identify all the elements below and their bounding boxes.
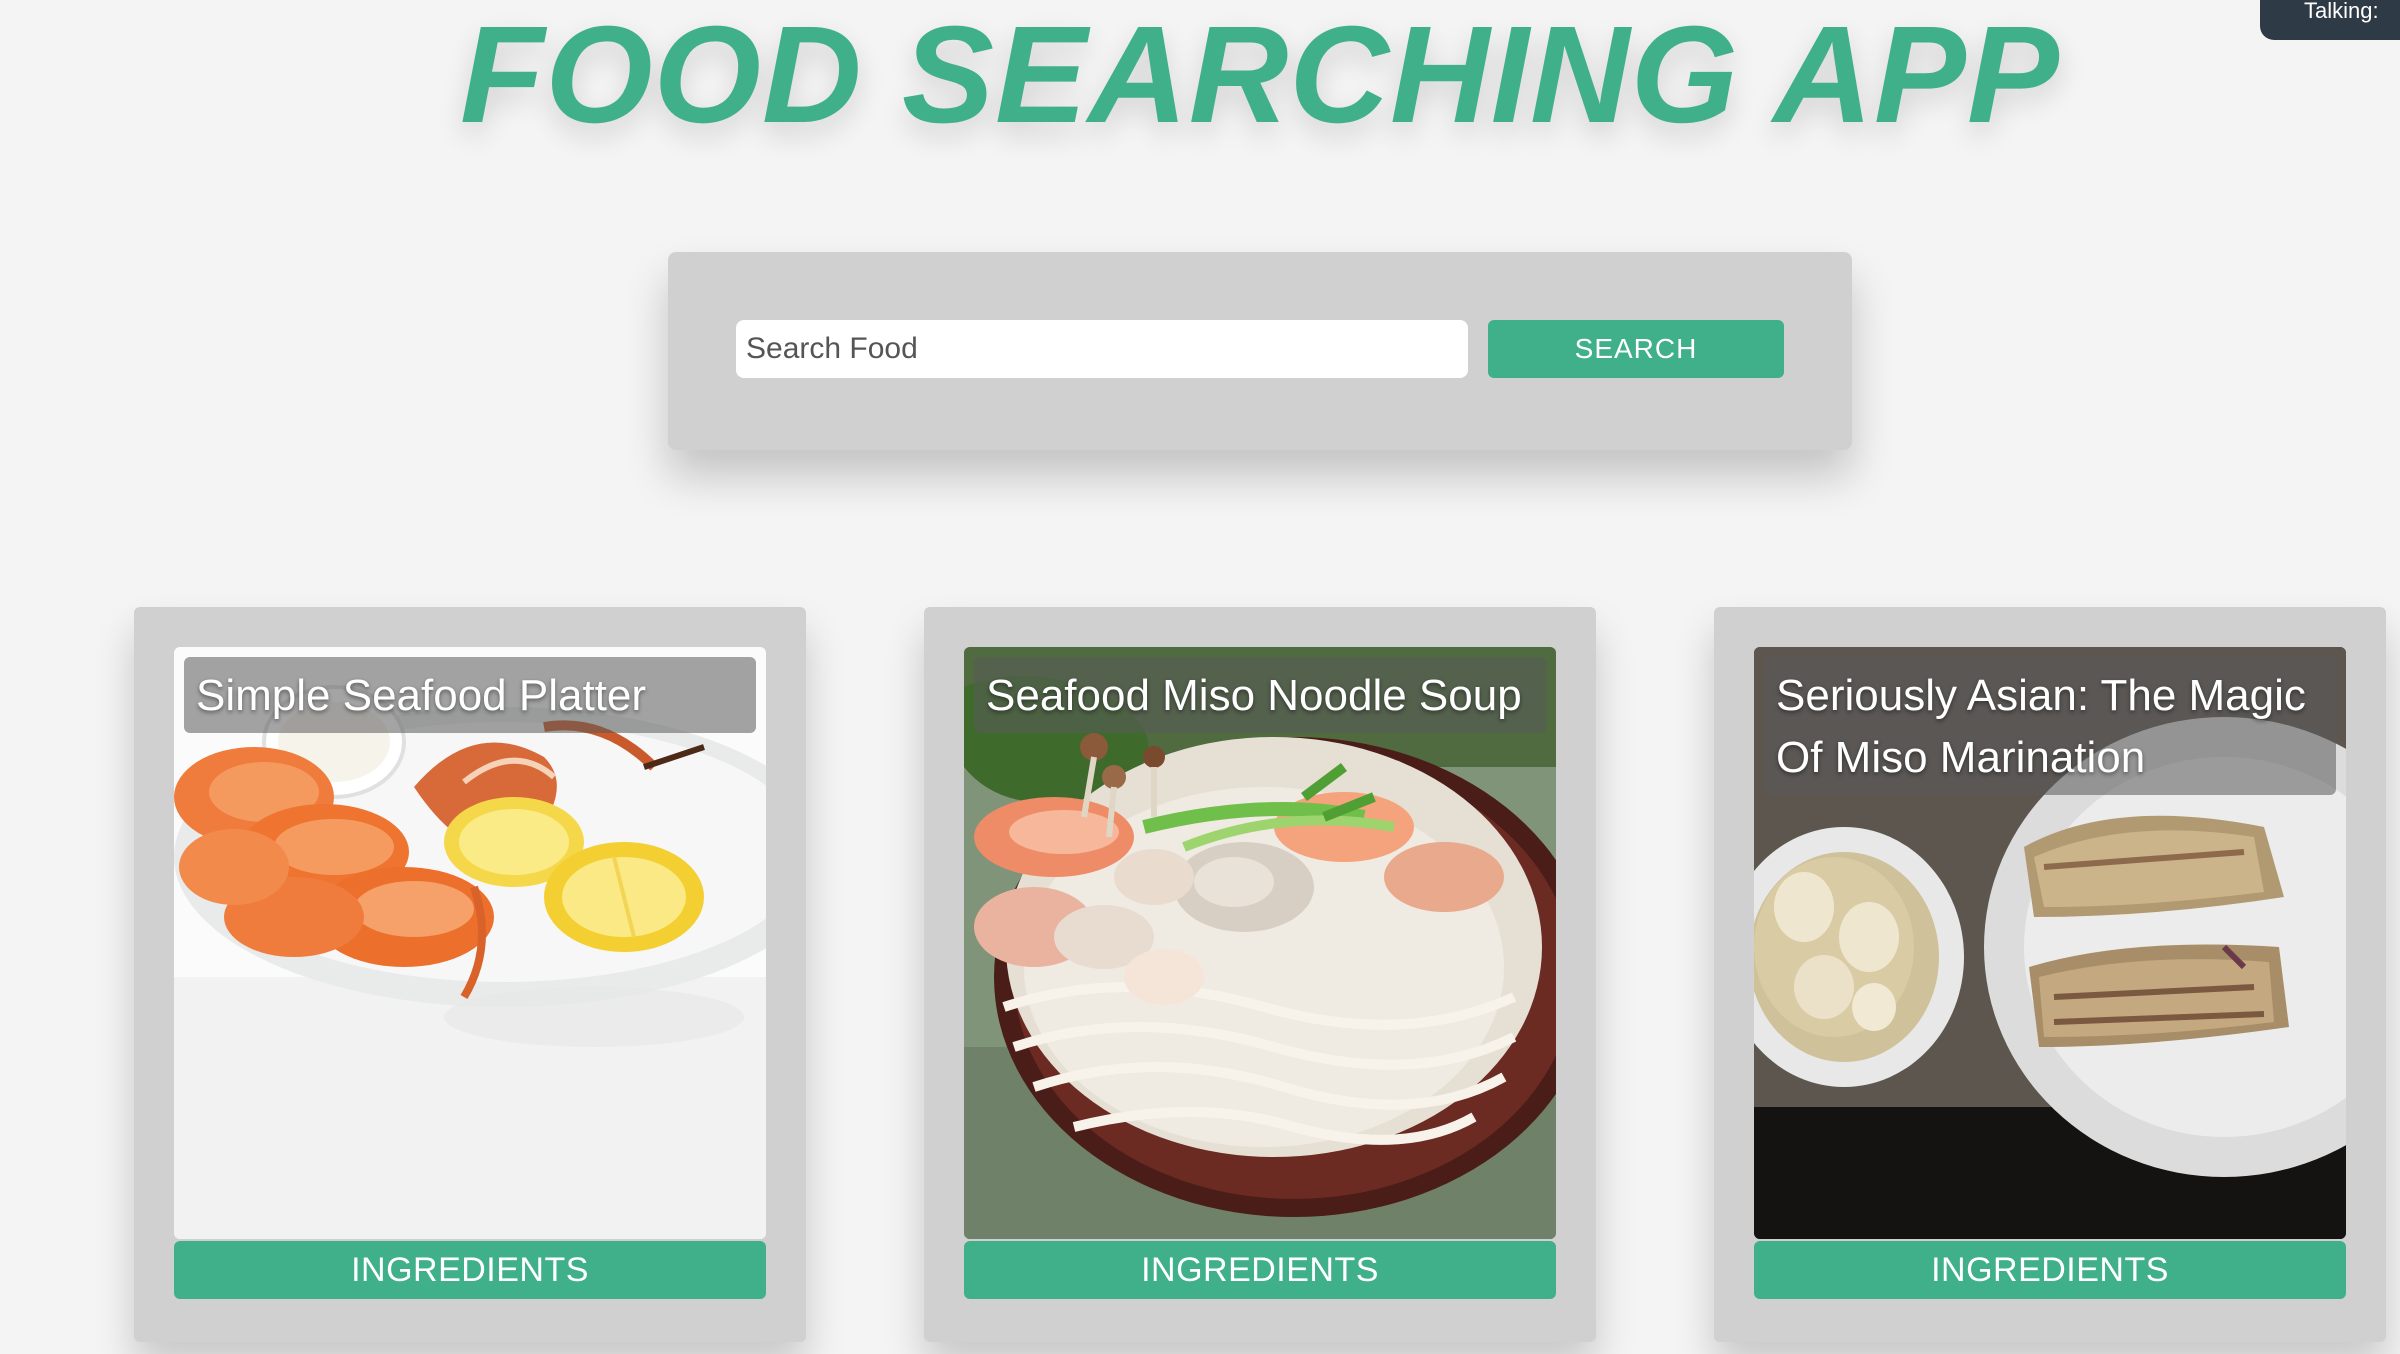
search-panel: SEARCH [668,252,1852,450]
recipe-title: Simple Seafood Platter [184,657,756,733]
app-title: FOOD SEARCHING APP [459,0,2060,152]
recipe-card: Seriously Asian: The Magic Of Miso Marin… [1714,607,2386,1342]
recipe-title: Seafood Miso Noodle Soup [974,657,1546,733]
page: Talking: FOOD SEARCHING APP SEARCH [0,0,2400,1354]
search-button[interactable]: SEARCH [1488,320,1784,378]
ingredients-button[interactable]: INGREDIENTS [1754,1241,2346,1299]
ingredients-button[interactable]: INGREDIENTS [174,1241,766,1299]
seafood-platter-photo [174,647,766,1239]
noodle-soup-photo [964,647,1556,1239]
recipe-card: Simple Seafood Platter INGREDIENTS [134,607,806,1342]
search-input[interactable] [736,320,1468,378]
recipe-image[interactable]: Simple Seafood Platter [174,647,766,1239]
recipe-image[interactable]: Seriously Asian: The Magic Of Miso Marin… [1754,647,2346,1239]
ingredients-button[interactable]: INGREDIENTS [964,1241,1556,1299]
recipe-image[interactable]: Seafood Miso Noodle Soup [964,647,1556,1239]
recipe-card: Seafood Miso Noodle Soup INGREDIENTS [924,607,1596,1342]
recipe-title: Seriously Asian: The Magic Of Miso Marin… [1764,657,2336,795]
